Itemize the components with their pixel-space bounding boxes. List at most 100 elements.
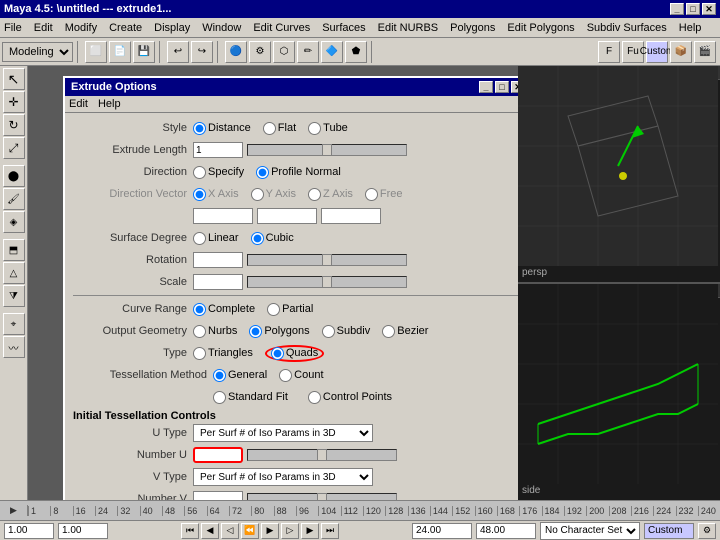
v-type-select[interactable]: Per Surf # of Iso Params in 3D bbox=[193, 468, 373, 486]
tool-5[interactable]: △ bbox=[3, 262, 25, 284]
play-back-btn[interactable]: ⏪ bbox=[241, 523, 259, 539]
menu-edit-curves[interactable]: Edit Curves bbox=[253, 22, 310, 34]
menu-create[interactable]: Create bbox=[109, 22, 142, 34]
scale-slider[interactable] bbox=[247, 276, 407, 288]
tess-general[interactable]: General bbox=[213, 369, 267, 382]
persp-panel[interactable]: Show Panels bbox=[518, 66, 720, 282]
og-bezier[interactable]: Bezier bbox=[382, 325, 428, 338]
time-out-field[interactable]: 48.00 bbox=[476, 523, 536, 539]
prev-frame-btn[interactable]: ◀ bbox=[201, 523, 219, 539]
menu-modify[interactable]: Modify bbox=[65, 22, 97, 34]
dir-profile-normal[interactable]: Profile Normal bbox=[256, 166, 341, 179]
dv-yaxis[interactable]: Y Axis bbox=[251, 188, 296, 201]
toolbar-btn-8[interactable]: ⬡ bbox=[273, 41, 295, 63]
number-v-input[interactable]: 1 bbox=[193, 491, 243, 500]
rotation-input[interactable]: 0.0000 bbox=[193, 252, 243, 268]
extrude-length-slider[interactable] bbox=[247, 144, 407, 156]
menu-subdiv[interactable]: Subdiv Surfaces bbox=[587, 22, 667, 34]
time-end-field[interactable]: 24.00 bbox=[412, 523, 472, 539]
dir-specify[interactable]: Specify bbox=[193, 166, 244, 179]
dialog-minimize[interactable]: _ bbox=[479, 81, 493, 93]
lasso-tool[interactable]: ⬤ bbox=[3, 165, 25, 187]
menu-polygons[interactable]: Polygons bbox=[450, 22, 495, 34]
menu-edit-nurbs[interactable]: Edit NURBS bbox=[378, 22, 439, 34]
dialog-close-icon[interactable]: ✕ bbox=[511, 81, 518, 93]
dv-xaxis[interactable]: X Axis bbox=[193, 188, 239, 201]
tool-3[interactable]: ◈ bbox=[3, 211, 25, 233]
rotate-tool[interactable]: ↻ bbox=[3, 114, 25, 136]
shelf-btn-1[interactable]: 📦 bbox=[670, 41, 692, 63]
sd-linear[interactable]: Linear bbox=[193, 232, 239, 245]
go-start-btn[interactable]: ⏮ bbox=[181, 523, 199, 539]
og-polygons[interactable]: Polygons bbox=[249, 325, 309, 338]
mode-dropdown[interactable]: Modeling bbox=[2, 42, 73, 62]
scale-tool[interactable]: ⤢ bbox=[3, 137, 25, 159]
toolbar-btn-9[interactable]: ✏ bbox=[297, 41, 319, 63]
menu-display[interactable]: Display bbox=[154, 22, 190, 34]
dv-y-input[interactable]: 0.0000 bbox=[257, 208, 317, 224]
toolbar-btn-11[interactable]: ⬟ bbox=[345, 41, 367, 63]
cr-partial[interactable]: Partial bbox=[267, 303, 313, 316]
type-triangles[interactable]: Triangles bbox=[193, 347, 253, 360]
dv-z-input[interactable]: 1.0000 bbox=[321, 208, 381, 224]
extrude-length-input[interactable] bbox=[193, 142, 243, 158]
tess-count[interactable]: Count bbox=[279, 369, 323, 382]
tool-8[interactable]: 〰 bbox=[3, 336, 25, 358]
scale-input[interactable]: 1.0000 bbox=[193, 274, 243, 290]
style-tube[interactable]: Tube bbox=[308, 122, 348, 135]
dialog-maximize[interactable]: □ bbox=[495, 81, 509, 93]
tool-4[interactable]: ⬒ bbox=[3, 239, 25, 261]
time-current-field[interactable]: 1.00 bbox=[58, 523, 108, 539]
menu-surfaces[interactable]: Surfaces bbox=[322, 22, 365, 34]
toolbar-btn-4[interactable]: ↩ bbox=[167, 41, 189, 63]
number-u-input[interactable]: 1 bbox=[193, 447, 243, 463]
number-v-slider[interactable] bbox=[247, 493, 397, 500]
toolbar-btn-7[interactable]: ⚙ bbox=[249, 41, 271, 63]
time-start-field[interactable]: 1.00 bbox=[4, 523, 54, 539]
close-btn[interactable]: ✕ bbox=[702, 3, 716, 15]
timeline[interactable]: ▶ 1 8 16 24 32 40 48 56 64 72 80 88 96 1… bbox=[0, 500, 720, 520]
number-u-slider[interactable] bbox=[247, 449, 397, 461]
rotation-slider[interactable] bbox=[247, 254, 407, 266]
tess-stdfit[interactable]: Standard Fit bbox=[213, 391, 288, 404]
og-nurbs[interactable]: Nurbs bbox=[193, 325, 237, 338]
style-flat[interactable]: Flat bbox=[263, 122, 296, 135]
toolbar-btn-10[interactable]: 🔷 bbox=[321, 41, 343, 63]
sd-cubic[interactable]: Cubic bbox=[251, 232, 294, 245]
cr-complete[interactable]: Complete bbox=[193, 303, 255, 316]
toolbar-btn-5[interactable]: ↪ bbox=[191, 41, 213, 63]
paint-tool[interactable]: 🖌 bbox=[3, 188, 25, 210]
maximize-btn[interactable]: □ bbox=[686, 3, 700, 15]
fluid-btn[interactable]: F bbox=[598, 41, 620, 63]
menu-window[interactable]: Window bbox=[202, 22, 241, 34]
move-tool[interactable]: ✛ bbox=[3, 91, 25, 113]
select-tool[interactable]: ↖ bbox=[3, 68, 25, 90]
next-frame-btn[interactable]: ▶ bbox=[301, 523, 319, 539]
og-subdiv[interactable]: Subdiv bbox=[322, 325, 371, 338]
tess-ctrlpts[interactable]: Control Points bbox=[308, 391, 392, 404]
toolbar-btn-2[interactable]: 📄 bbox=[109, 41, 131, 63]
play-fwd-btn[interactable]: ▶ bbox=[261, 523, 279, 539]
dv-free[interactable]: Free bbox=[365, 188, 403, 201]
dv-x-input[interactable]: 0.0000 bbox=[193, 208, 253, 224]
menu-edit[interactable]: Edit bbox=[34, 22, 53, 34]
next-key-btn[interactable]: ▷ bbox=[281, 523, 299, 539]
prefs-btn[interactable]: ⚙ bbox=[698, 523, 716, 539]
minimize-btn[interactable]: _ bbox=[670, 3, 684, 15]
menu-help[interactable]: Help bbox=[679, 22, 702, 34]
style-distance[interactable]: Distance bbox=[193, 122, 251, 135]
go-end-btn[interactable]: ⏭ bbox=[321, 523, 339, 539]
dialog-menu-edit[interactable]: Edit bbox=[69, 98, 88, 110]
side-panel[interactable]: show Panels bbox=[518, 282, 720, 500]
menu-edit-polygons[interactable]: Edit Polygons bbox=[507, 22, 574, 34]
tool-6[interactable]: ⧩ bbox=[3, 285, 25, 307]
custom-field[interactable]: Custom bbox=[644, 523, 694, 539]
toolbar-btn-6[interactable]: 🔵 bbox=[225, 41, 247, 63]
menu-file[interactable]: File bbox=[4, 22, 22, 34]
u-type-select[interactable]: Per Surf # of Iso Params in 3D bbox=[193, 424, 373, 442]
dialog-menu-help[interactable]: Help bbox=[98, 98, 121, 110]
dv-zaxis[interactable]: Z Axis bbox=[308, 188, 353, 201]
type-quads[interactable]: Quads bbox=[265, 345, 324, 362]
custom-btn[interactable]: Custom bbox=[646, 41, 668, 63]
toolbar-btn-1[interactable]: ⬜ bbox=[85, 41, 107, 63]
